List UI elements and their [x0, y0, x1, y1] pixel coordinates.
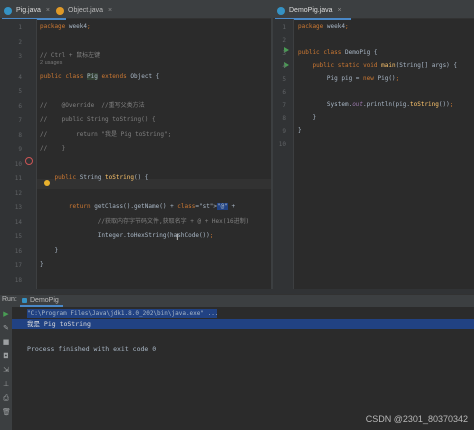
close-icon[interactable]: × — [46, 7, 50, 14]
code-line[interactable]: public static void main(String[] args) { — [298, 62, 457, 70]
console-command-line: "C:\Program Files\Java\jdk1.8.0_202\bin\… — [27, 309, 217, 318]
line-number: 4 — [282, 63, 286, 70]
run-tool-header: Run: DemoPig — [0, 294, 474, 307]
tab-run-demopig[interactable]: DemoPig — [20, 295, 63, 307]
run-config-icon — [22, 298, 27, 303]
line-number: 15 — [14, 233, 22, 240]
wrench-icon[interactable]: ✎ — [2, 324, 10, 332]
tab-label: DemoPig.java — [289, 7, 333, 14]
line-number: 7 — [18, 117, 22, 124]
usages-hint[interactable]: 2 usages — [40, 60, 62, 66]
text-cursor-icon: I — [176, 233, 179, 243]
line-number: 8 — [18, 131, 22, 139]
code-line[interactable]: // } — [40, 145, 65, 153]
close-icon[interactable]: × — [338, 7, 342, 14]
stop-icon[interactable]: ■ — [2, 338, 10, 346]
class-icon — [277, 7, 285, 15]
right-tab-bar: DemoPig.java × — [273, 0, 474, 20]
line-number: 8 — [282, 115, 286, 122]
line-number: 6 — [18, 102, 22, 110]
line-number: 1 — [18, 24, 22, 31]
line-number: 4 — [18, 73, 22, 81]
run-tab-label: DemoPig — [30, 297, 59, 304]
tab-object-java[interactable]: Object.java × — [54, 3, 128, 18]
console-output-line: 我是 Pig toString — [12, 319, 474, 329]
line-number: 10 — [278, 141, 286, 148]
line-number: 16 — [14, 247, 22, 255]
code-line[interactable]: package week4; — [298, 23, 349, 31]
code-line[interactable]: // Ctrl + 鼠标左键 — [40, 52, 100, 60]
code-line[interactable]: // public String toString() { — [40, 116, 156, 124]
close-icon[interactable]: × — [108, 7, 112, 14]
code-line[interactable]: public String toString() { — [40, 174, 148, 182]
code-line[interactable]: // return "我是 Pig toString"; — [40, 131, 171, 139]
line-number: 17 — [14, 262, 22, 269]
line-number: 9 — [282, 128, 286, 135]
console-exit-line: Process finished with exit code 0 — [27, 345, 157, 353]
line-number: 11 — [14, 175, 22, 182]
line-number: 12 — [14, 189, 22, 197]
line-number: 5 — [18, 88, 22, 95]
line-number: 18 — [14, 276, 22, 284]
code-line[interactable]: return getClass().getName() + class="st"… — [40, 203, 235, 211]
line-number: 14 — [14, 218, 22, 226]
run-console[interactable]: "C:\Program Files\Java\jdk1.8.0_202\bin\… — [12, 307, 474, 430]
code-line[interactable]: } — [298, 114, 316, 122]
class-icon — [4, 7, 12, 15]
line-number: 5 — [282, 76, 286, 83]
code-line[interactable]: } — [40, 247, 58, 255]
line-number: 6 — [282, 89, 286, 96]
line-number: 2 — [18, 38, 22, 46]
tab-label: Object.java — [68, 7, 104, 14]
line-number: 3 — [18, 53, 22, 60]
line-number: 10 — [14, 160, 22, 168]
print-icon[interactable]: ⎙ — [2, 394, 10, 402]
line-number: 3 — [282, 50, 286, 57]
camera-icon[interactable]: ◘ — [2, 352, 10, 360]
run-label: Run: — [2, 296, 17, 303]
code-line[interactable]: public class Pig extends Object { — [40, 72, 159, 81]
code-line[interactable]: //获取内存字节码文件,获取名字 + @ + Hex(16进制) — [40, 218, 249, 226]
pin-icon[interactable]: ⊥ — [2, 380, 10, 388]
line-number: 13 — [14, 204, 22, 211]
run-toolbar: ▶ ✎ ■ ◘ ⇲ ⊥ ⎙ 🗑 — [0, 307, 12, 430]
code-line[interactable]: public class DemoPig { — [298, 49, 378, 57]
rerun-icon[interactable]: ▶ — [2, 310, 10, 318]
tab-label: Pig.java — [16, 7, 41, 14]
code-line[interactable]: } — [298, 127, 302, 135]
code-line[interactable]: System.out.println(pig.toString()); — [298, 101, 453, 109]
code-line[interactable]: } — [40, 261, 44, 269]
left-tab-bar: Pig.java × Object.java × — [0, 0, 272, 20]
code-line[interactable]: package week4; — [40, 23, 91, 31]
right-gutter — [273, 19, 294, 294]
line-number: 2 — [282, 37, 286, 44]
override-icon[interactable] — [25, 157, 33, 165]
line-number: 9 — [18, 146, 22, 153]
restore-layout-icon[interactable]: ⇲ — [2, 366, 10, 374]
code-line[interactable]: Integer.toHexString(hashCode()); — [40, 232, 214, 240]
delete-icon[interactable]: 🗑 — [2, 408, 11, 416]
code-line[interactable]: // @Override //重写父类方法 — [40, 102, 145, 110]
class-icon — [56, 7, 64, 15]
code-line[interactable]: Pig pig = new Pig(); — [298, 75, 399, 83]
line-number: 7 — [282, 102, 286, 109]
watermark: CSDN @2301_80370342 — [365, 414, 468, 424]
line-number: 1 — [282, 24, 286, 31]
tab-demopig-java[interactable]: DemoPig.java × — [275, 3, 351, 20]
